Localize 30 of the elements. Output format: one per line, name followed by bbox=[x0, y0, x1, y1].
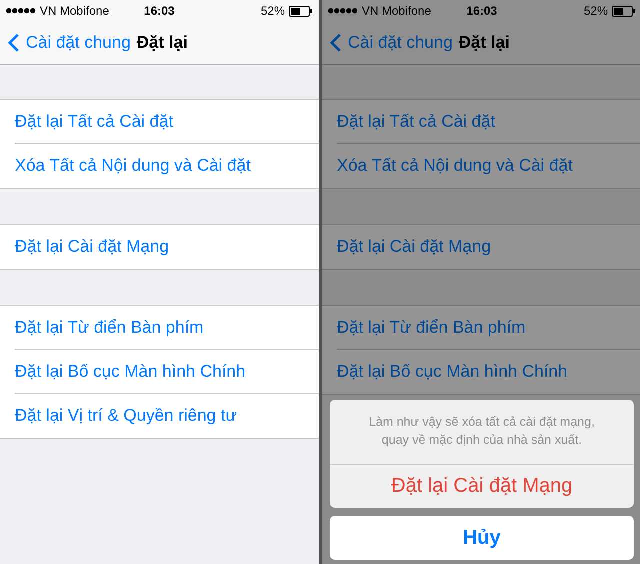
signal-icon bbox=[6, 8, 36, 14]
back-button[interactable]: Cài đặt chung bbox=[8, 33, 131, 53]
status-time: 16:03 bbox=[144, 4, 175, 18]
carrier-name: VN Mobifone bbox=[40, 4, 110, 18]
settings-row[interactable]: Đặt lại Tất cả Cài đặt bbox=[15, 100, 319, 144]
settings-row[interactable]: Đặt lại Từ điển Bàn phím bbox=[15, 306, 319, 350]
settings-row[interactable]: Xóa Tất cả Nội dung và Cài đặt bbox=[15, 144, 319, 188]
cancel-button[interactable]: Hủy bbox=[330, 516, 634, 560]
nav-title: Đặt lại bbox=[458, 33, 510, 53]
status-time: 16:03 bbox=[466, 4, 498, 18]
nav-title: Đặt lại bbox=[136, 33, 188, 53]
settings-row[interactable]: Đặt lại Tất cả Cài đặt bbox=[337, 100, 640, 144]
sheet-message: Làm như vậy sẽ xóa tất cả cài đặt mạng, quay về mặc định của nhà sản xuất. bbox=[330, 400, 634, 465]
back-button[interactable]: Cài đặt chung bbox=[330, 33, 453, 53]
settings-row[interactable]: Đặt lại Bố cục Màn hình Chính bbox=[337, 350, 640, 394]
chevron-left-icon bbox=[330, 33, 342, 53]
battery-icon bbox=[289, 6, 313, 16]
settings-row[interactable]: Đặt lại Từ điển Bàn phím bbox=[337, 306, 640, 350]
settings-row[interactable]: Đặt lại Bố cục Màn hình Chính bbox=[15, 350, 319, 394]
battery-icon bbox=[612, 6, 636, 16]
carrier-name: VN Mobifone bbox=[362, 4, 432, 18]
settings-row[interactable]: Xóa Tất cả Nội dung và Cài đặt bbox=[337, 144, 640, 188]
settings-row[interactable]: Đặt lại Cài đặt Mạng bbox=[15, 225, 319, 269]
battery-percent: 52% bbox=[584, 4, 608, 18]
chevron-left-icon bbox=[8, 33, 20, 53]
signal-icon bbox=[328, 8, 358, 14]
reset-button[interactable]: Đặt lại Cài đặt Mạng bbox=[330, 465, 634, 508]
settings-row[interactable]: Đặt lại Vị trí & Quyền riêng tư bbox=[15, 394, 319, 438]
settings-row[interactable]: Đặt lại Cài đặt Mạng bbox=[337, 225, 640, 269]
battery-percent: 52% bbox=[260, 4, 285, 18]
